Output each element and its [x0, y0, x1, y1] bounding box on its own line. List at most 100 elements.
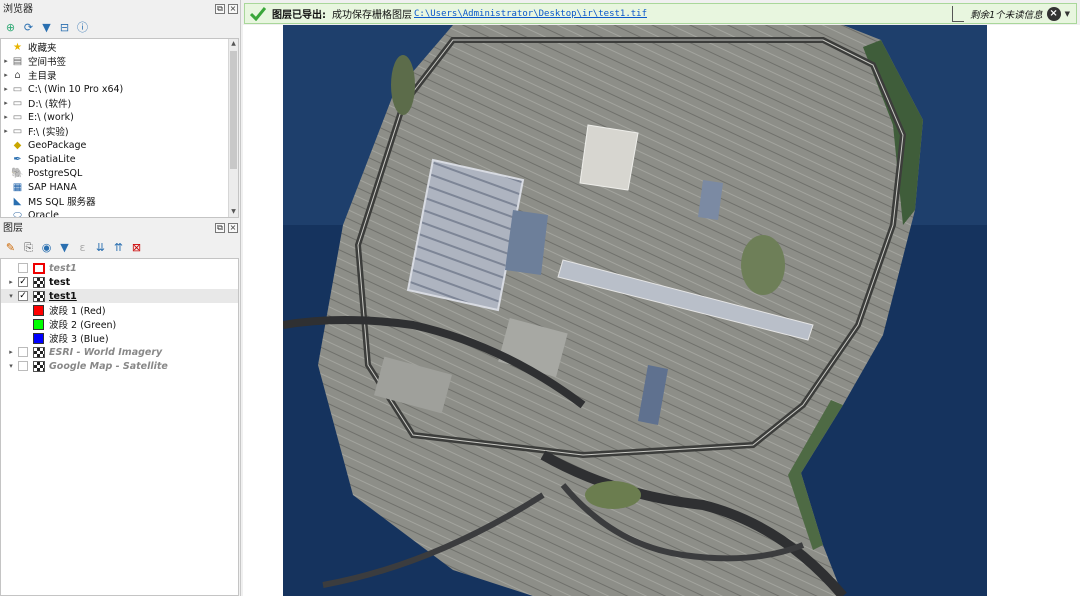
browser-item[interactable]: ▦ SAP HANA — [1, 180, 238, 194]
scroll-up-icon[interactable]: ▲ — [229, 39, 238, 49]
chevron-right-icon[interactable]: ▸ — [1, 57, 11, 65]
left-dock: 浏览器 ⧉ × ⊕ ⟳ ▼ ⊟ ⓘ ★ 收藏夹 ▸ ▤ 空间书签 ▸ ⌂ 主目录 ▸ ▭ C:\ (… — [0, 0, 241, 596]
band-label: 波段 1 (Red) — [49, 306, 106, 317]
filter-expression-icon[interactable]: ε — [76, 241, 89, 254]
browser-item[interactable]: ★ 收藏夹 — [1, 40, 238, 55]
close-panel-icon[interactable]: × — [228, 223, 238, 233]
layer-visibility-checkbox[interactable]: ✓ — [18, 277, 28, 287]
green-patch — [391, 55, 415, 115]
chevron-down-icon[interactable]: ▼ — [1065, 10, 1070, 18]
browser-item[interactable]: ✒ SpatiaLite — [1, 152, 238, 166]
browser-item-label: 主目录 — [28, 71, 57, 82]
filter-legend-icon[interactable]: ▼ — [58, 241, 71, 254]
browser-item-label: GeoPackage — [28, 139, 87, 151]
browser-item-label: E:\ (work) — [28, 111, 74, 123]
info-icon[interactable]: ⓘ — [76, 21, 89, 34]
layers-title: 图层 — [3, 223, 23, 234]
expand-toggle-icon[interactable]: ▾ — [4, 362, 18, 370]
refresh-icon[interactable]: ⟳ — [22, 21, 35, 34]
raster-icon — [33, 360, 45, 372]
chevron-right-icon[interactable]: ▸ — [1, 99, 11, 107]
map-canvas[interactable] — [243, 25, 1080, 596]
browser-item[interactable]: ▸ ▭ E:\ (work) — [1, 110, 238, 124]
chevron-right-icon[interactable]: ▸ — [1, 113, 11, 121]
scroll-down-icon[interactable]: ▼ — [229, 207, 238, 217]
browser-item-label: D:\ (软件) — [28, 99, 72, 110]
layer-item[interactable]: test1 — [1, 261, 238, 275]
layer-item[interactable]: ▸ ESRI - World Imagery — [1, 345, 238, 359]
layers-toolbar: ✎ ⎘ ◉ ▼ ε ⇊ ⇈ ⊠ — [0, 237, 241, 257]
close-message-icon[interactable]: × — [1046, 7, 1061, 21]
browser-item[interactable]: 🐘 PostgreSQL — [1, 166, 238, 180]
visibility-icon[interactable]: ◉ — [40, 241, 53, 254]
band-label: 波段 3 (Blue) — [49, 334, 109, 345]
folder-icon: ▭ — [12, 125, 23, 137]
style-icon[interactable]: ✎ — [4, 241, 17, 254]
layer-item[interactable]: ▾ Google Map - Satellite — [1, 359, 238, 373]
browser-item-label: 收藏夹 — [28, 43, 57, 54]
browser-item[interactable]: ▸ ▭ D:\ (软件) — [1, 96, 238, 111]
layer-visibility-checkbox[interactable] — [18, 361, 28, 371]
spatialite-icon: ✒ — [13, 153, 22, 165]
green-patch — [741, 235, 785, 295]
browser-item-label: SAP HANA — [28, 181, 77, 193]
float-panel-icon[interactable]: ⧉ — [215, 4, 225, 14]
band-color-swatch — [33, 304, 44, 316]
browser-item[interactable]: ▸ ▭ F:\ (实验) — [1, 124, 238, 139]
folder-icon: ▭ — [12, 111, 23, 123]
chevron-right-icon[interactable]: ▸ — [1, 127, 11, 135]
layer-name: test — [49, 276, 71, 288]
band-legend-item[interactable]: 波段 2 (Green) — [1, 317, 238, 331]
band-color-swatch — [33, 332, 44, 344]
oracle-icon: ⬭ — [13, 209, 22, 218]
white-building — [579, 124, 639, 191]
browser-item[interactable]: ◣ MS SQL 服务器 — [1, 194, 238, 209]
qgis-window: 浏览器 ⧉ × ⊕ ⟳ ▼ ⊟ ⓘ ★ 收藏夹 ▸ ▤ 空间书签 ▸ ⌂ 主目录 ▸ ▭ C:\ (… — [0, 0, 1080, 596]
mssql-icon: ◣ — [13, 195, 22, 207]
browser-scrollbar[interactable]: ▲ ▼ — [228, 39, 238, 217]
chevron-right-icon[interactable]: ▸ — [1, 85, 11, 93]
layers-panel-title: 图层 ⧉ × — [0, 221, 241, 237]
add-selected-icon[interactable]: ⊕ — [4, 21, 17, 34]
layer-item[interactable]: ▸ ✓ test — [1, 275, 238, 289]
expand-toggle-icon[interactable]: ▸ — [4, 278, 18, 286]
browser-panel-title: 浏览器 ⧉ × — [0, 2, 241, 18]
scroll-thumb[interactable] — [230, 51, 237, 169]
layer-visibility-checkbox[interactable] — [18, 347, 28, 357]
star-icon: ★ — [13, 41, 22, 53]
filter-icon[interactable]: ▼ — [40, 21, 53, 34]
layer-name: Google Map - Satellite — [49, 360, 168, 372]
layer-visibility-checkbox[interactable]: ✓ — [18, 291, 28, 301]
browser-item[interactable]: ⬭ Oracle — [1, 208, 238, 218]
collapse-all-icon[interactable]: ⊟ — [58, 21, 71, 34]
browser-item-label: SpatiaLite — [28, 153, 76, 165]
collapse-all-layers-icon[interactable]: ⇈ — [112, 241, 125, 254]
layers-tree[interactable]: test1 ▸ ✓ test ▾ ✓ test1 波段 1 (Red) 波段 2 (Green)… — [0, 258, 239, 596]
remaining-messages[interactable]: 剩余1个未读信息 — [970, 7, 1043, 21]
browser-item[interactable]: ▸ ⌂ 主目录 — [1, 68, 238, 83]
remove-layer-icon[interactable]: ⊠ — [130, 241, 143, 254]
layer-item[interactable]: ▾ ✓ test1 — [1, 289, 238, 303]
float-panel-icon[interactable]: ⧉ — [215, 223, 225, 233]
expand-all-icon[interactable]: ⇊ — [94, 241, 107, 254]
band-legend-item[interactable]: 波段 3 (Blue) — [1, 331, 238, 345]
export-path-link[interactable]: C:\Users\Administrator\Desktop\ir\test1.… — [414, 9, 647, 19]
message-bar: 图层已导出: 成功保存栅格图层 C:\Users\Administrator\D… — [244, 3, 1077, 24]
expand-toggle-icon[interactable]: ▾ — [4, 292, 18, 300]
add-group-icon[interactable]: ⎘ — [22, 241, 35, 254]
message-title: 图层已导出: — [272, 10, 326, 21]
close-panel-icon[interactable]: × — [228, 4, 238, 14]
layer-name: test1 — [49, 262, 77, 274]
band-legend-item[interactable]: 波段 1 (Red) — [1, 303, 238, 317]
browser-tree[interactable]: ★ 收藏夹 ▸ ▤ 空间书签 ▸ ⌂ 主目录 ▸ ▭ C:\ (Win 10 Pro x64) ▸ ▭ D… — [0, 38, 239, 218]
chevron-right-icon[interactable]: ▸ — [1, 71, 11, 79]
geopackage-icon: ◆ — [13, 139, 22, 151]
browser-item[interactable]: ◆ GeoPackage — [1, 138, 238, 152]
browser-item[interactable]: ▸ ▭ C:\ (Win 10 Pro x64) — [1, 82, 238, 96]
bookmark-icon: ▤ — [12, 55, 23, 67]
layer-visibility-checkbox[interactable] — [18, 263, 28, 273]
success-check-icon — [250, 6, 266, 21]
expand-toggle-icon[interactable]: ▸ — [4, 348, 18, 356]
browser-item[interactable]: ▸ ▤ 空间书签 — [1, 54, 238, 69]
browser-item-label: MS SQL 服务器 — [28, 197, 96, 208]
